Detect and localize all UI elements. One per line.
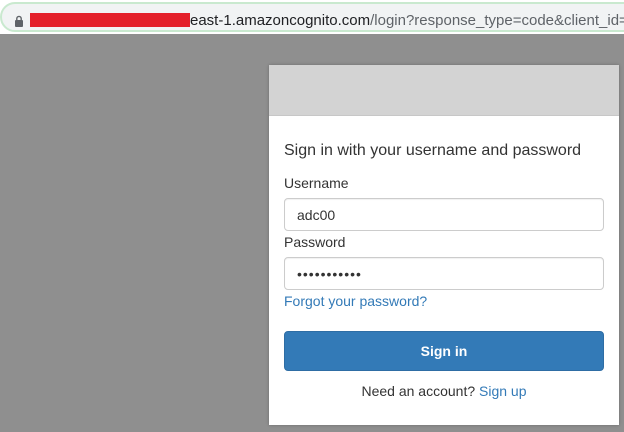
- forgot-password-link[interactable]: Forgot your password?: [284, 293, 427, 309]
- need-account-text: Need an account?: [361, 383, 476, 399]
- username-label: Username: [284, 175, 349, 191]
- password-input[interactable]: [284, 257, 604, 290]
- sign-in-button[interactable]: Sign in: [284, 331, 604, 371]
- login-heading: Sign in with your username and password: [284, 142, 582, 159]
- url-host: east-1.amazoncognito.com: [190, 12, 371, 29]
- login-panel: Sign in with your username and password …: [269, 65, 619, 425]
- signup-prompt: Need an account? Sign up: [269, 383, 619, 399]
- url-field[interactable]: east-1.amazoncognito.com/login?response_…: [0, 2, 624, 32]
- panel-banner: [269, 65, 619, 116]
- url-redaction: [30, 13, 190, 27]
- password-label: Password: [284, 234, 346, 250]
- username-input[interactable]: [284, 198, 604, 231]
- url-path: /login?response_type=code&client_id=12g: [370, 12, 624, 29]
- browser-address-bar: east-1.amazoncognito.com/login?response_…: [0, 0, 624, 34]
- sign-up-link[interactable]: Sign up: [479, 383, 526, 399]
- url-text: east-1.amazoncognito.com/login?response_…: [190, 12, 624, 30]
- lock-icon[interactable]: [13, 15, 25, 27]
